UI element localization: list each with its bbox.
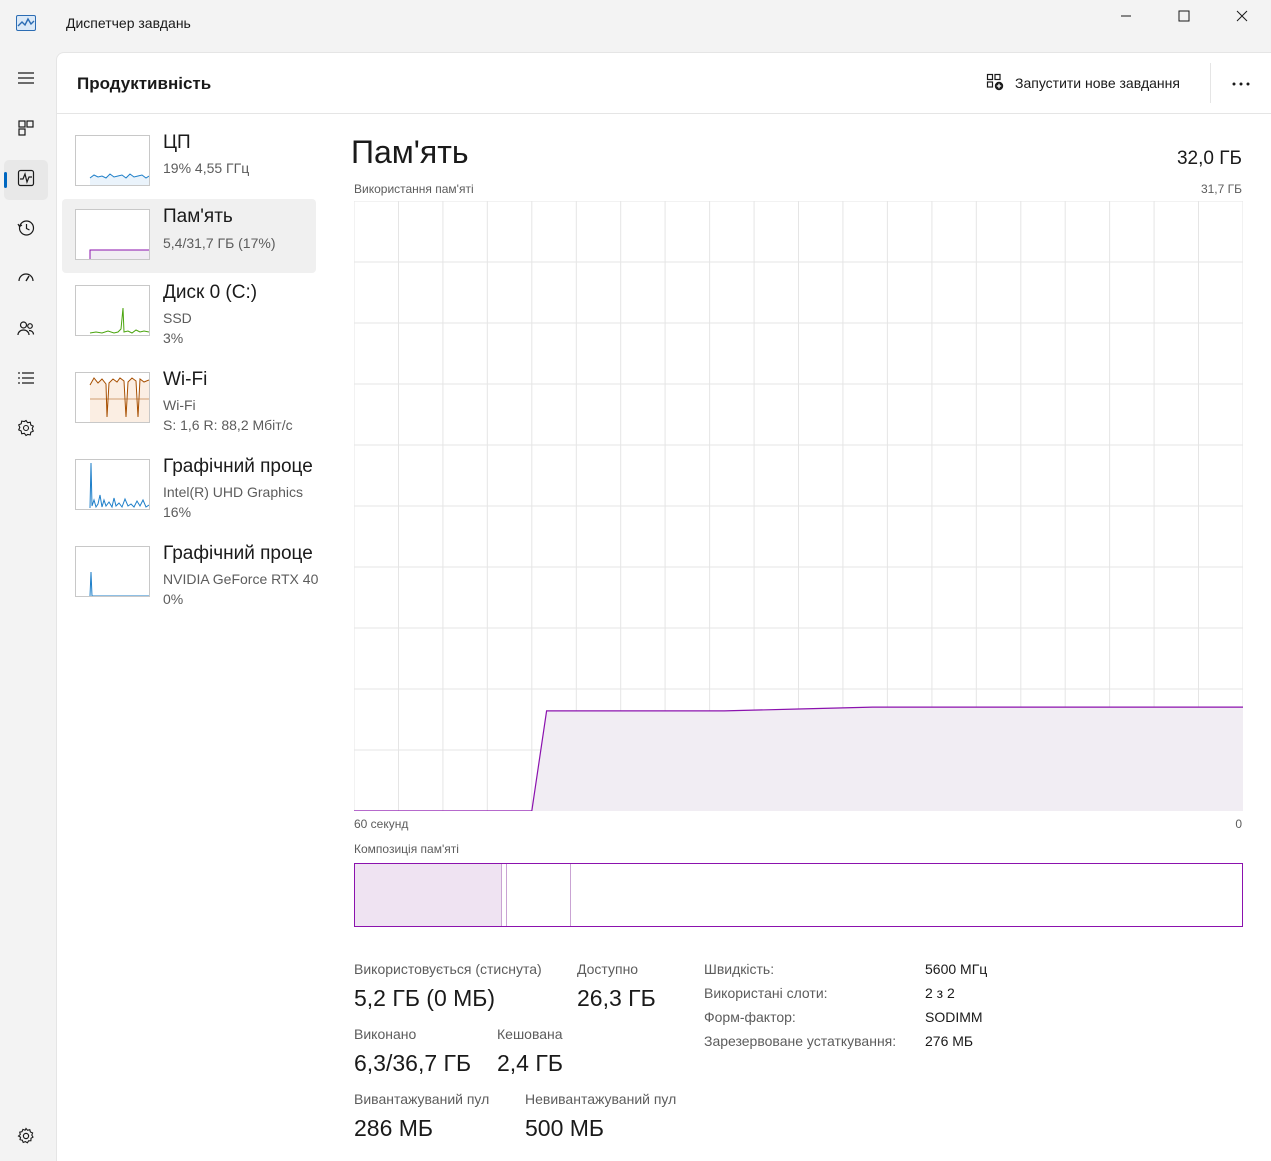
reserved-value: 276 МБ (925, 1033, 974, 1049)
usage-graph-max: 31,7 ГБ (1200, 182, 1242, 196)
speed-value: 5600 МГц (925, 961, 988, 977)
device-detail: NVIDIA GeForce RTX 40 (163, 571, 319, 587)
details-icon (16, 368, 36, 393)
nav-startup-apps[interactable] (4, 260, 48, 300)
available-value: 26,3 ГБ (577, 985, 656, 1011)
nonpaged-pool-label: Невивантажуваний пул (525, 1091, 677, 1107)
x-axis-right-label: 0 (1235, 817, 1242, 831)
form-factor-value: SODIMM (925, 1009, 983, 1025)
memory-thumbnail (75, 209, 150, 260)
memory-composition-bar (354, 863, 1243, 927)
slots-label: Використані слоти: (704, 985, 828, 1001)
device-gpu-nvidia[interactable]: Графічний проце NVIDIA GeForce RTX 40 0% (62, 536, 318, 610)
composition-label: Композиція пам'яті (354, 842, 459, 856)
device-name: Wi-Fi (163, 369, 208, 390)
in-use-label: Використовується (стиснута) (354, 961, 542, 977)
device-detail: Intel(R) UHD Graphics (163, 484, 304, 500)
nav-details[interactable] (4, 360, 48, 400)
paged-pool-label: Вивантажуваний пул (354, 1091, 490, 1107)
speed-label: Швидкість: (704, 961, 775, 977)
form-factor-label: Форм-фактор: (704, 1009, 796, 1025)
device-detail: Wi-Fi (163, 397, 196, 413)
composition-in-use (355, 864, 502, 926)
device-name: Пам'ять (163, 206, 233, 227)
slots-value: 2 з 2 (925, 985, 955, 1001)
startup-apps-icon (16, 268, 36, 293)
disk-thumbnail (75, 285, 150, 336)
x-axis-left-label: 60 секунд (354, 817, 409, 831)
cached-label: Кешована (497, 1026, 563, 1042)
nav-services[interactable] (4, 410, 48, 450)
nav-performance[interactable] (4, 160, 48, 200)
gpu-intel-thumbnail (75, 459, 150, 510)
minimize-button[interactable] (1097, 0, 1155, 32)
device-throughput: S: 1,6 R: 88,2 Мбіт/с (163, 417, 293, 433)
cached-value: 2,4 ГБ (497, 1050, 563, 1076)
available-label: Доступно (577, 961, 639, 977)
page-title: Продуктивність (77, 74, 212, 93)
device-gpu-intel[interactable]: Графічний проце Intel(R) UHD Graphics 16… (62, 449, 316, 523)
device-name: ЦП (163, 132, 191, 153)
nonpaged-pool-value: 500 МБ (525, 1115, 605, 1141)
device-detail: SSD (163, 310, 192, 326)
app-history-icon (16, 218, 36, 243)
new-task-icon (985, 72, 1005, 95)
device-name: Графічний проце (163, 543, 313, 564)
nav-processes[interactable] (4, 110, 48, 150)
memory-title: Пам'ять (351, 134, 469, 170)
window-title: Диспетчер завдань (66, 15, 191, 31)
title-bar: Диспетчер завдань (0, 0, 1271, 48)
task-manager-icon (16, 15, 36, 31)
active-indicator (4, 172, 7, 188)
run-new-task-label: Запустити нове завдання (1015, 75, 1180, 91)
device-name: Графічний проце (163, 456, 313, 477)
menu-button[interactable] (4, 60, 48, 100)
device-memory[interactable]: Пам'ять 5,4/31,7 ГБ (17%) (62, 199, 316, 273)
composition-modified (506, 864, 507, 926)
device-detail: 5,4/31,7 ГБ (17%) (163, 235, 276, 251)
device-name: Диск 0 (C:) (163, 282, 258, 303)
cpu-thumbnail (75, 135, 150, 186)
device-disk[interactable]: Диск 0 (C:) SSD 3% (62, 275, 316, 349)
services-icon (16, 418, 36, 443)
processes-icon (16, 118, 36, 143)
wifi-thumbnail (75, 372, 150, 423)
device-usage: 16% (163, 504, 192, 520)
gpu-nvidia-thumbnail (75, 546, 150, 597)
usage-graph-label: Використання пам'яті (354, 182, 474, 196)
close-button[interactable] (1213, 0, 1271, 32)
memory-usage-chart (354, 201, 1243, 811)
memory-total: 32,0 ГБ (1176, 148, 1242, 169)
nav-settings[interactable] (4, 1118, 48, 1158)
composition-standby (570, 864, 571, 926)
more-options-button[interactable] (1223, 67, 1259, 99)
more-icon (1231, 74, 1251, 92)
content-pane: Продуктивність Запустити нове завдання Ц… (56, 52, 1271, 1161)
performance-icon (16, 168, 36, 193)
header-divider (1210, 63, 1211, 103)
committed-value: 6,3/36,7 ГБ (354, 1050, 472, 1076)
device-cpu[interactable]: ЦП 19% 4,55 ГГц (62, 125, 316, 199)
users-icon (16, 318, 36, 343)
settings-icon (16, 1126, 36, 1151)
maximize-button[interactable] (1155, 0, 1213, 32)
in-use-value: 5,2 ГБ (0 МБ) (354, 985, 496, 1011)
menu-icon (16, 68, 36, 93)
reserved-label: Зарезервоване устаткування: (704, 1033, 897, 1049)
committed-label: Виконано (354, 1026, 417, 1042)
device-usage: 0% (163, 591, 184, 607)
device-wifi[interactable]: Wi-Fi Wi-Fi S: 1,6 R: 88,2 Мбіт/с (62, 362, 316, 436)
device-detail: 19% 4,55 ГГц (163, 160, 250, 176)
paged-pool-value: 286 МБ (354, 1115, 434, 1141)
nav-app-history[interactable] (4, 210, 48, 250)
navigation-rail (0, 48, 56, 1161)
nav-users[interactable] (4, 310, 48, 350)
run-new-task-button[interactable]: Запустити нове завдання (977, 65, 1188, 101)
device-usage: 3% (163, 330, 184, 346)
page-header: Продуктивність Запустити нове завдання (57, 53, 1271, 114)
